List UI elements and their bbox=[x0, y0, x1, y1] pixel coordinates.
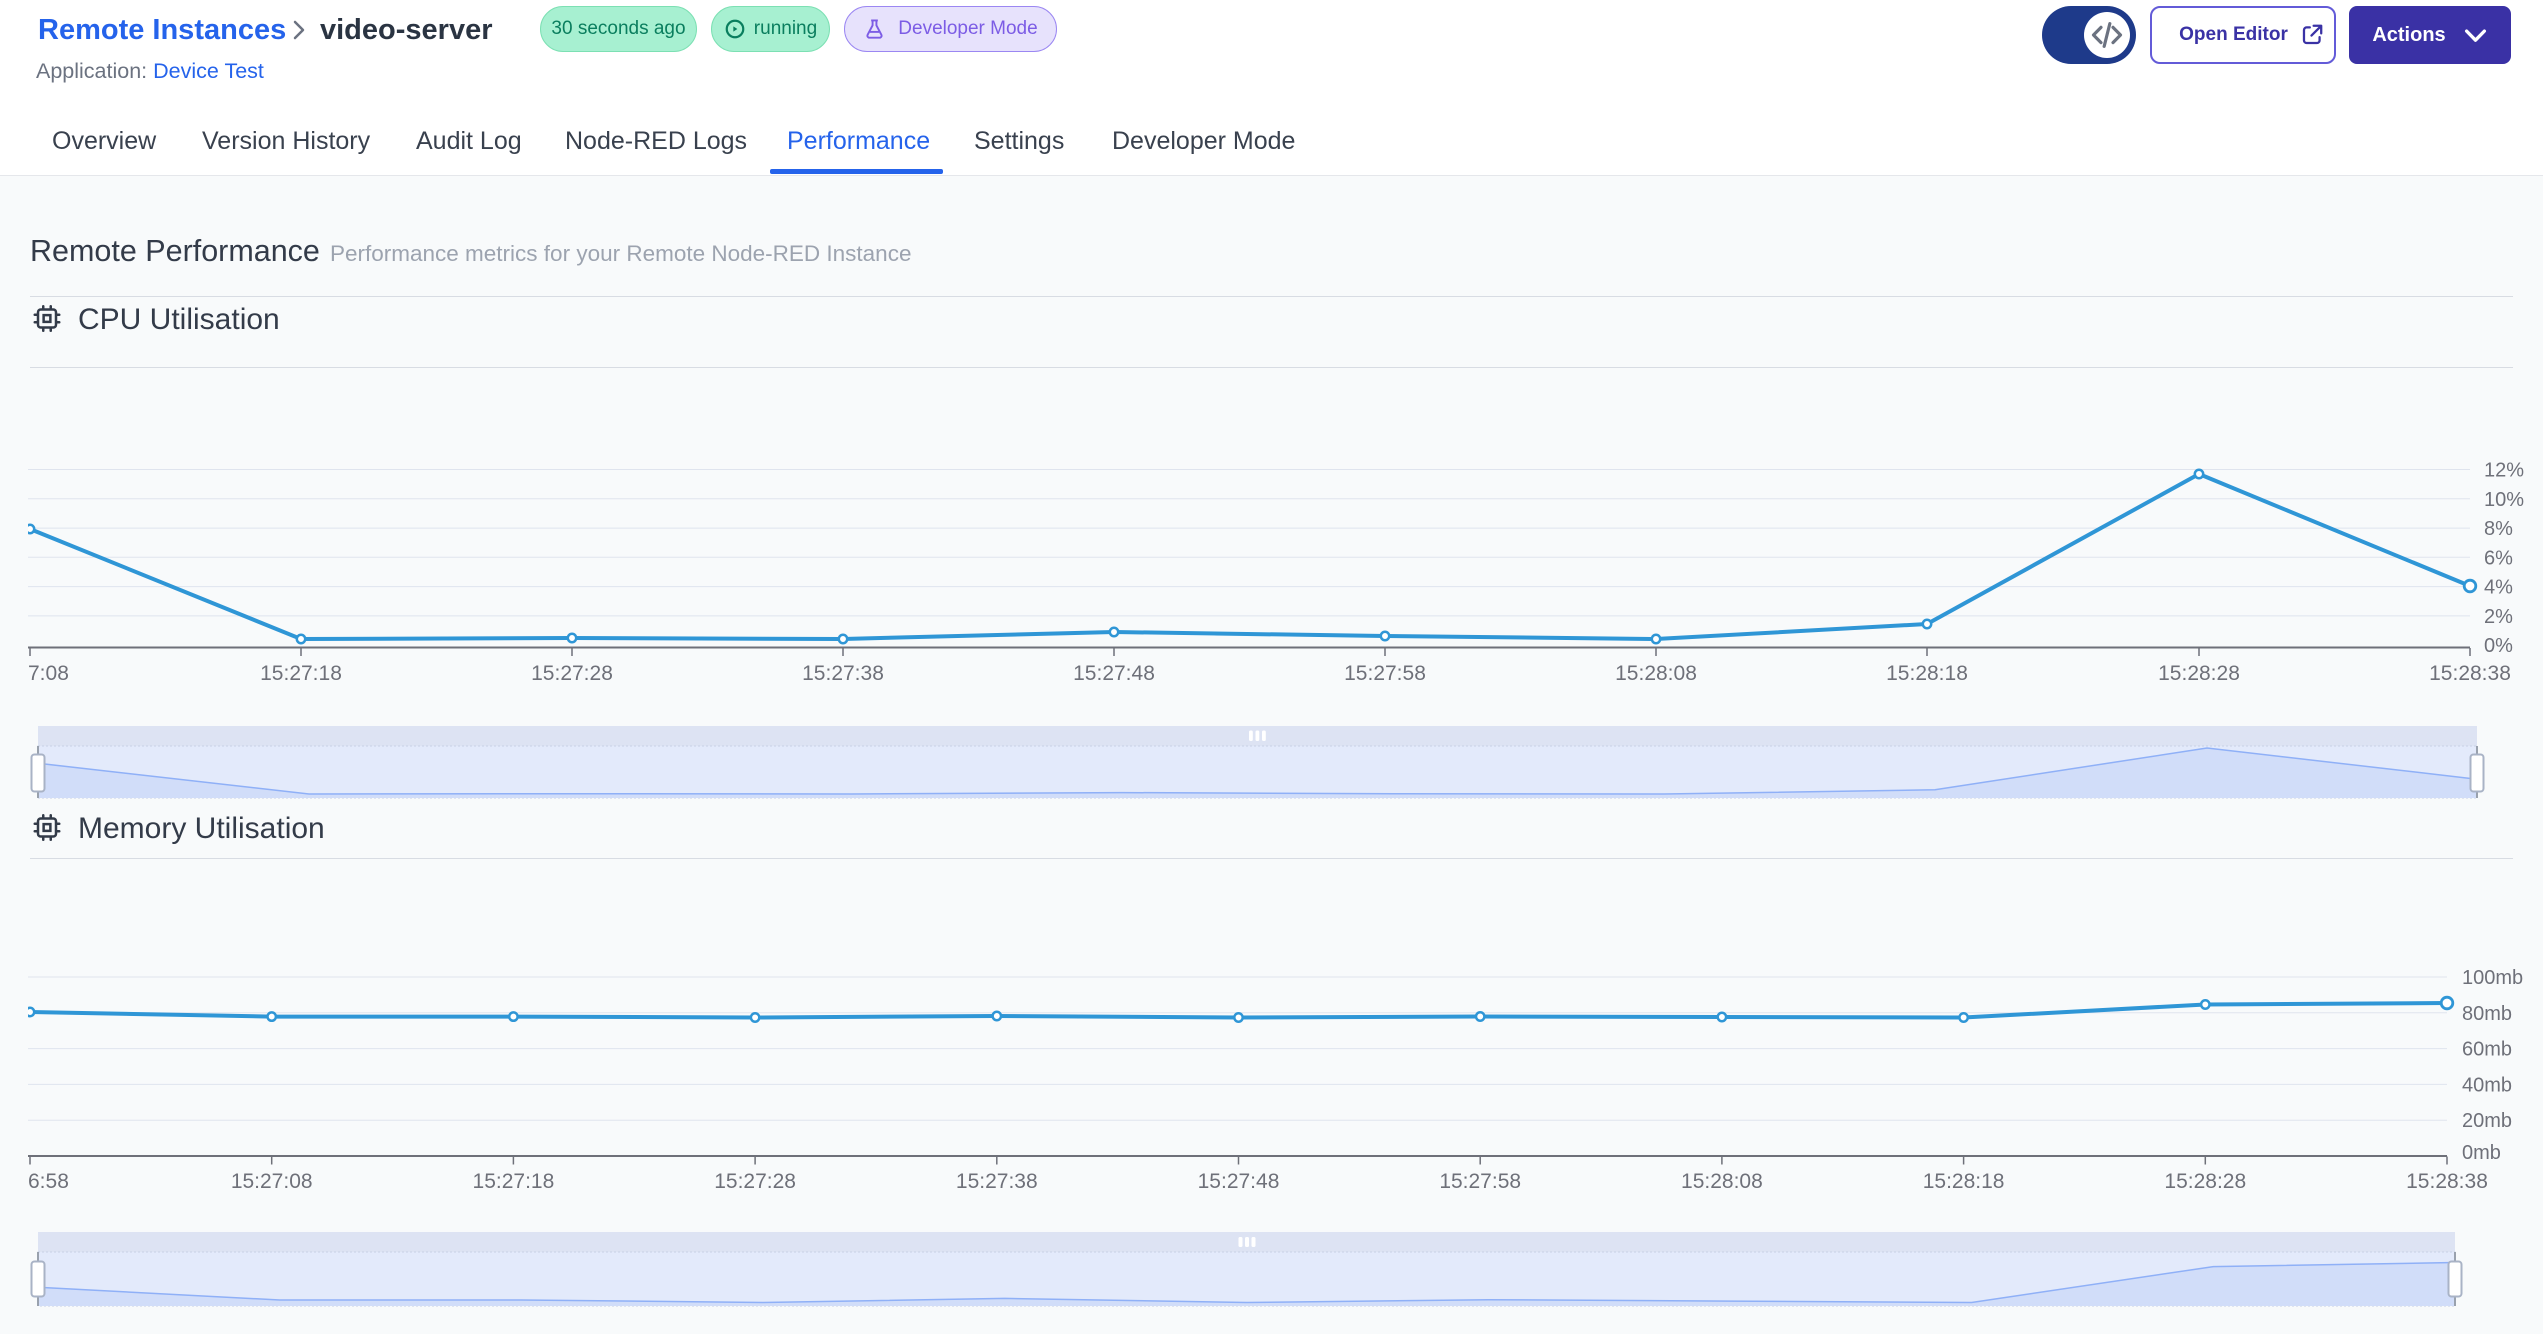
svg-text:15:28:08: 15:28:08 bbox=[1681, 1170, 1763, 1193]
svg-text:4%: 4% bbox=[2484, 577, 2513, 599]
svg-text:8%: 8% bbox=[2484, 518, 2513, 540]
svg-text:40mb: 40mb bbox=[2462, 1074, 2512, 1096]
svg-text:80mb: 80mb bbox=[2462, 1003, 2512, 1025]
svg-text:20mb: 20mb bbox=[2462, 1110, 2512, 1132]
svg-text:60mb: 60mb bbox=[2462, 1039, 2512, 1061]
svg-text:15:28:38: 15:28:38 bbox=[2429, 662, 2511, 685]
svg-text:15:27:58: 15:27:58 bbox=[1344, 662, 1426, 685]
svg-text:15:28:38: 15:28:38 bbox=[2406, 1170, 2488, 1193]
svg-text:6:58: 6:58 bbox=[28, 1170, 69, 1193]
svg-text:15:27:58: 15:27:58 bbox=[1439, 1170, 1521, 1193]
svg-text:10%: 10% bbox=[2484, 489, 2524, 511]
svg-text:15:27:28: 15:27:28 bbox=[531, 662, 613, 685]
svg-text:15:28:08: 15:28:08 bbox=[1615, 662, 1697, 685]
svg-text:15:27:28: 15:27:28 bbox=[714, 1170, 796, 1193]
svg-text:15:28:28: 15:28:28 bbox=[2158, 662, 2240, 685]
svg-text:12%: 12% bbox=[2484, 460, 2524, 482]
svg-text:15:27:48: 15:27:48 bbox=[1198, 1170, 1280, 1193]
svg-text:15:27:38: 15:27:38 bbox=[802, 662, 884, 685]
svg-text:100mb: 100mb bbox=[2462, 967, 2523, 989]
svg-text:0%: 0% bbox=[2484, 635, 2513, 657]
svg-text:7:08: 7:08 bbox=[28, 662, 69, 685]
svg-text:15:27:38: 15:27:38 bbox=[956, 1170, 1038, 1193]
svg-text:15:28:18: 15:28:18 bbox=[1886, 662, 1968, 685]
svg-text:15:27:48: 15:27:48 bbox=[1073, 662, 1155, 685]
svg-text:15:27:08: 15:27:08 bbox=[231, 1170, 313, 1193]
svg-text:15:27:18: 15:27:18 bbox=[260, 662, 342, 685]
svg-text:15:28:28: 15:28:28 bbox=[2164, 1170, 2246, 1193]
svg-text:2%: 2% bbox=[2484, 606, 2513, 628]
svg-text:15:27:18: 15:27:18 bbox=[473, 1170, 555, 1193]
svg-text:0mb: 0mb bbox=[2462, 1142, 2501, 1164]
svg-text:15:28:18: 15:28:18 bbox=[1923, 1170, 2005, 1193]
svg-text:6%: 6% bbox=[2484, 547, 2513, 569]
